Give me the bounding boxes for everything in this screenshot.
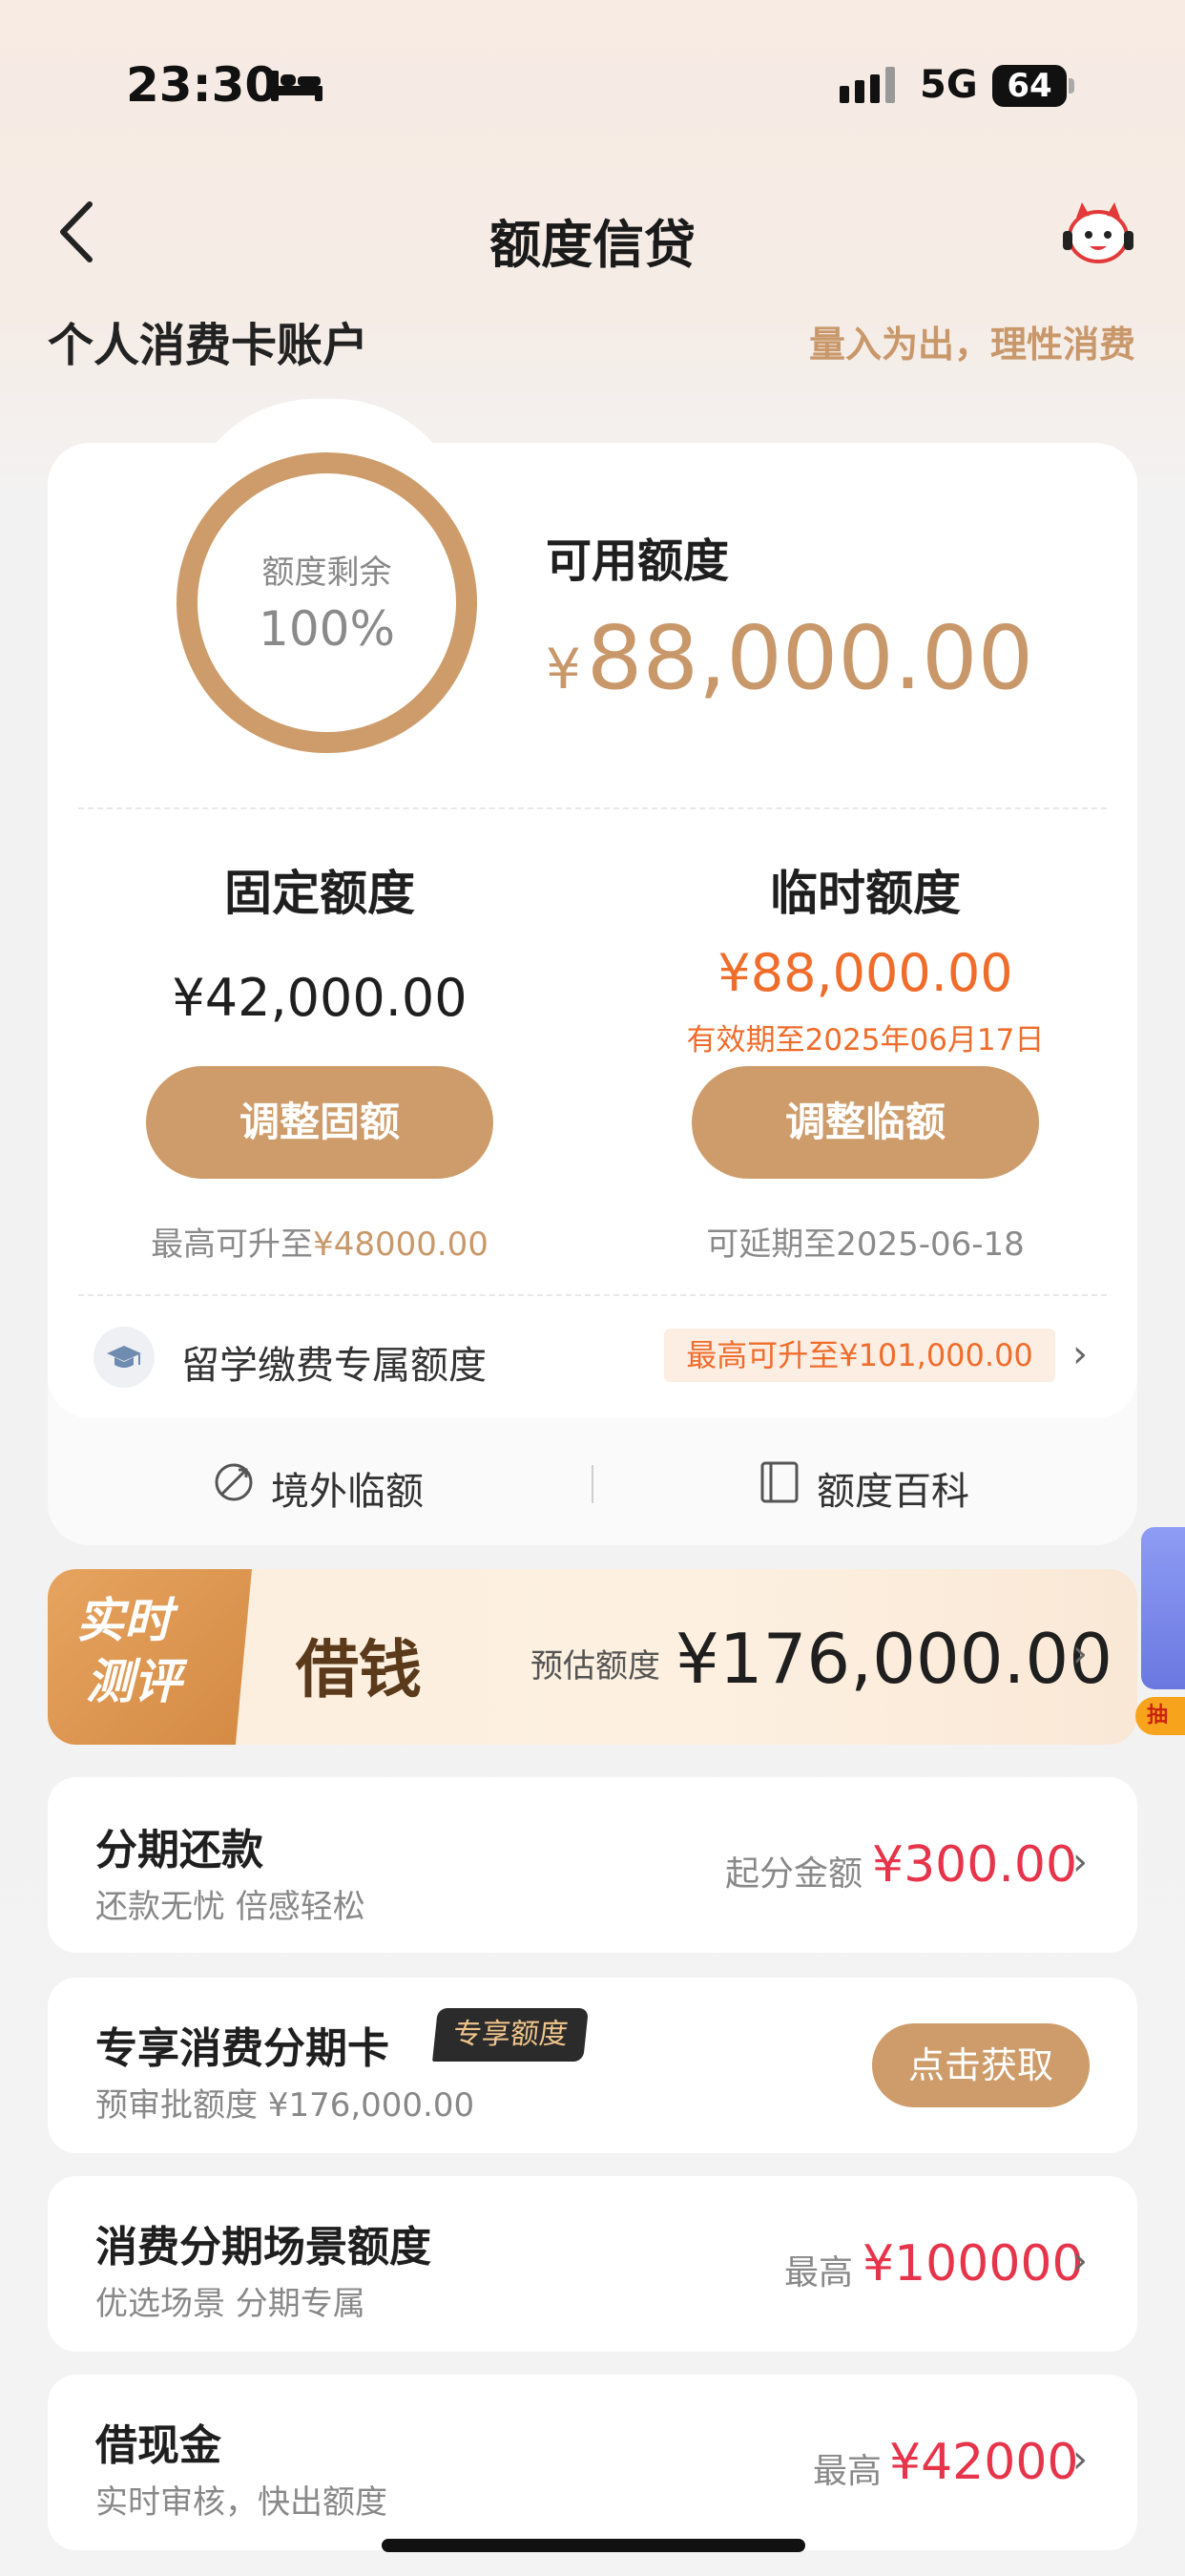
borrow-money-title: 借钱 xyxy=(296,1632,422,1707)
tag-line-1: 实时 xyxy=(76,1593,172,1648)
fixed-hint-prefix: 最高可升至 xyxy=(151,1225,314,1264)
overseas-temp-limit-link[interactable]: 境外临额 xyxy=(271,1460,424,1516)
ring-label: 额度剩余 xyxy=(261,554,392,592)
divider xyxy=(78,807,1107,809)
chevron-right-icon[interactable]: › xyxy=(1072,2438,1088,2482)
row-title: 消费分期场景额度 xyxy=(95,2223,431,2272)
tag-line-2: 测评 xyxy=(86,1654,181,1709)
study-abroad-badge: 最高可升至¥101,000.00 xyxy=(664,1329,1055,1382)
estimated-limit-amount: ¥176,000.00 xyxy=(676,1619,1113,1699)
row-subtitle: 实时审核，快出额度 xyxy=(95,2483,387,2522)
get-now-button[interactable]: 点击获取 xyxy=(872,2023,1090,2107)
fixed-limit-hint: 最高可升至¥48000.00 xyxy=(72,1218,568,1265)
floating-promo-phone[interactable] xyxy=(1141,1527,1185,1689)
divider xyxy=(78,1294,1107,1296)
graduation-cap-icon xyxy=(94,1327,155,1388)
sleep-focus-icon xyxy=(271,71,322,101)
temp-limit-title: 临时额度 xyxy=(770,866,961,921)
row-subtitle: 优选场景 分期专属 xyxy=(95,2285,365,2323)
adjust-temp-button[interactable]: 调整临额 xyxy=(692,1066,1039,1179)
row-right-amount: ¥42000 xyxy=(889,2434,1079,2491)
available-limit-label: 可用额度 xyxy=(546,534,730,588)
row-subtitle: 还款无忧 倍感轻松 xyxy=(95,1888,365,1926)
battery-cap xyxy=(1069,78,1074,94)
temp-limit-validity: 有效期至2025年06月17日 xyxy=(686,1023,1045,1058)
cellular-signal-icon xyxy=(840,67,895,103)
estimated-limit-label: 预估额度 xyxy=(530,1647,660,1686)
chevron-right-icon[interactable]: › xyxy=(1072,1840,1088,1884)
row-subtitle: 预审批额度 ¥176,000.00 xyxy=(95,2086,475,2125)
chevron-right-icon[interactable]: › xyxy=(1072,1332,1088,1376)
available-limit-value: 88,000.00 xyxy=(586,607,1034,709)
home-indicator[interactable] xyxy=(382,2539,805,2552)
study-abroad-limit-label[interactable]: 留学缴费专属额度 xyxy=(181,1334,487,1390)
mascot-assistant-icon[interactable] xyxy=(1061,200,1135,267)
network-type: 5G xyxy=(920,63,978,107)
row-right-amount: ¥100000 xyxy=(863,2235,1084,2293)
chevron-right-icon[interactable]: › xyxy=(1072,1632,1088,1676)
fixed-hint-value: ¥48000.00 xyxy=(313,1225,489,1264)
fixed-limit-amount: ¥42,000.00 xyxy=(172,968,468,1028)
adjust-fixed-button[interactable]: 调整固额 xyxy=(146,1066,493,1179)
exclusive-limit-badge: 专享额度 xyxy=(432,2008,589,2062)
row-title: 专享消费分期卡 xyxy=(95,2024,389,2073)
ring-percent: 100% xyxy=(259,601,395,657)
row-title: 借现金 xyxy=(95,2421,221,2470)
limit-wiki-link[interactable]: 额度百科 xyxy=(817,1460,969,1516)
floating-promo-tag[interactable]: 抽 xyxy=(1135,1697,1185,1735)
row-right-label: 最高 xyxy=(784,2253,854,2293)
row-right-amount: ¥300.00 xyxy=(872,1836,1078,1894)
row-right-label: 起分金额 xyxy=(725,1854,863,1894)
page-title: 额度信贷 xyxy=(489,215,696,275)
account-slogan: 量入为出，理性消费 xyxy=(808,324,1135,366)
account-title: 个人消费卡账户 xyxy=(48,319,369,372)
temp-limit-amount: ¥88,000.00 xyxy=(717,943,1013,1003)
status-time: 23:30 xyxy=(126,57,279,113)
book-icon xyxy=(760,1461,799,1503)
fixed-limit-title: 固定额度 xyxy=(224,866,415,921)
row-title: 分期还款 xyxy=(95,1826,263,1874)
overseas-limit-icon xyxy=(215,1463,253,1501)
chevron-right-icon[interactable]: › xyxy=(1072,2239,1088,2283)
temp-limit-hint: 可延期至2025-06-18 xyxy=(706,1225,1025,1264)
footer-divider xyxy=(592,1465,593,1503)
available-limit-amount: ¥88,000.00 xyxy=(546,607,1033,709)
currency-symbol: ¥ xyxy=(546,637,581,702)
realtime-evaluation-text: 实时测评 xyxy=(76,1590,239,1712)
row-right-label: 最高 xyxy=(813,2452,883,2491)
battery-icon: 64 xyxy=(992,65,1067,107)
